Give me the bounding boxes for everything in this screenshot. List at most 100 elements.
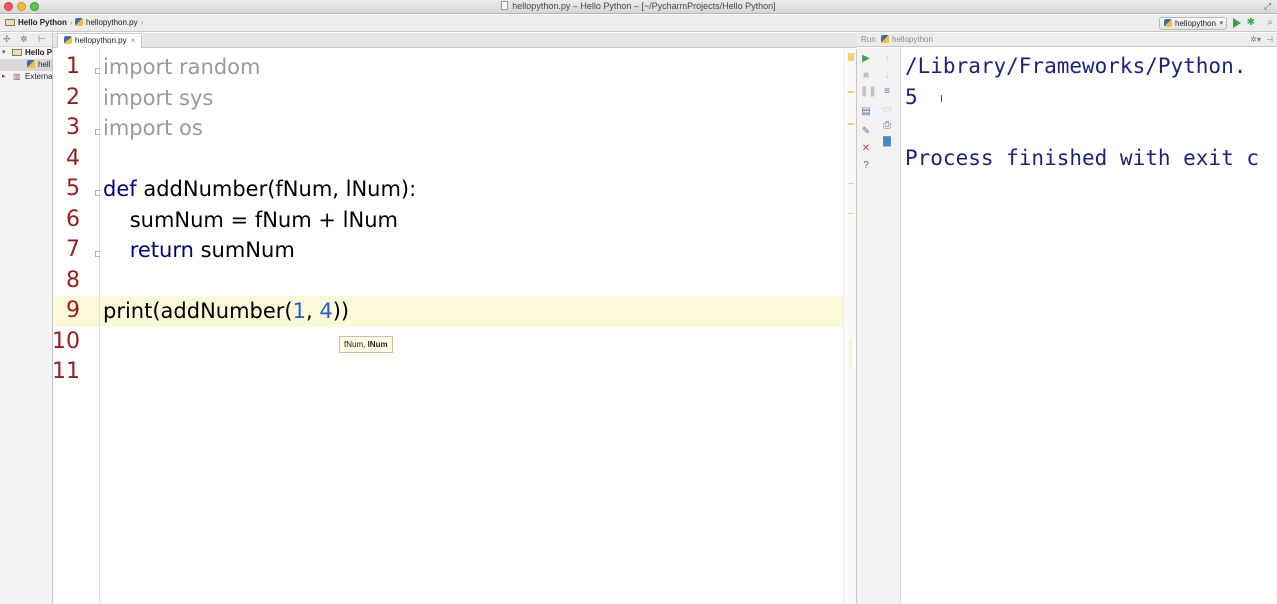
pin-icon[interactable]: ✎: [860, 126, 872, 138]
pause-icon[interactable]: ❚❚: [860, 86, 877, 98]
hide-panel-icon[interactable]: ⊣: [1266, 33, 1273, 46]
code-token: print(addNumber(: [103, 299, 293, 323]
python-file-icon: [881, 35, 889, 43]
console-line[interactable]: 5: [905, 82, 918, 113]
line-number[interactable]: 3: [66, 113, 80, 144]
library-icon: ▥: [13, 72, 21, 81]
document-icon: [501, 1, 509, 10]
line-number[interactable]: 11: [52, 357, 80, 388]
code-line[interactable]: return sumNum: [103, 235, 295, 266]
breadcrumb-file[interactable]: hellopython.py ›: [75, 17, 146, 29]
code-token: sumNum: [193, 238, 295, 262]
console-output[interactable]: I /Library/Frameworks/Python. 5 Process fi…: [902, 48, 1277, 604]
stop-icon[interactable]: ■: [860, 70, 872, 82]
code-line[interactable]: import sys: [103, 83, 213, 114]
line-number[interactable]: 10: [52, 327, 80, 358]
code-line[interactable]: sumNum = fNum + lNum: [103, 205, 398, 236]
line-number[interactable]: 2: [66, 83, 80, 114]
line-number[interactable]: 5: [66, 174, 80, 205]
layout-icon[interactable]: ▤: [860, 106, 872, 118]
chevron-down-icon: ▾: [2, 49, 6, 56]
navigation-bar: Hello Python › hellopython.py › hellopytho…: [0, 15, 1277, 32]
code-token: return: [129, 238, 194, 262]
close-icon[interactable]: ✕: [860, 143, 872, 155]
tree-item-label: Externa: [25, 72, 53, 81]
breadcrumb-project-label: Hello Python: [18, 18, 67, 27]
run-panel-config[interactable]: hellopython: [881, 33, 933, 46]
chevron-right-icon: ▸: [2, 73, 6, 80]
python-file-icon: [27, 59, 38, 71]
gear-icon[interactable]: ✲: [20, 34, 28, 45]
code-editor[interactable]: import random import sys import os def addN…: [100, 49, 843, 604]
line-number[interactable]: 9: [66, 296, 80, 327]
code-line[interactable]: import random: [103, 52, 260, 83]
tree-item-project-root[interactable]: ▾ Hello P: [0, 47, 52, 59]
tab-label: hellopython.py: [75, 36, 127, 45]
up-arrow-icon[interactable]: ↑: [881, 53, 893, 65]
console-line[interactable]: Process finished with exit c: [905, 143, 1259, 174]
search-icon[interactable]: ⌕: [1267, 17, 1273, 29]
line-number[interactable]: 7: [66, 235, 80, 266]
folder-icon: [12, 47, 25, 59]
run-config-dropdown[interactable]: hellopython ▾: [1159, 17, 1227, 30]
line-number[interactable]: 4: [66, 144, 80, 175]
line-number-gutter: 1 2 3 4 5 6 7 8 9 10 11: [52, 49, 101, 604]
parameter-info-tooltip: fNum, lNum: [339, 336, 393, 353]
caret-line-marker: [849, 339, 852, 369]
code-token: 1: [292, 299, 306, 323]
run-icon[interactable]: [1233, 18, 1241, 28]
code-line[interactable]: def addNumber(fNum, lNum):: [103, 174, 416, 205]
warning-marker[interactable]: [848, 53, 854, 61]
line-number[interactable]: 1: [66, 52, 80, 83]
run-config-label: hellopython: [1175, 19, 1216, 28]
debug-icon[interactable]: ✱: [1247, 17, 1255, 29]
warning-marker[interactable]: [848, 123, 854, 125]
warning-marker[interactable]: [848, 183, 854, 184]
scroll-to-end-icon[interactable]: ▭: [881, 104, 893, 116]
code-token: def: [103, 177, 144, 201]
window-title: hellopython.py – Hello Python – [~/Pycha…: [512, 1, 776, 11]
rerun-icon[interactable]: ▶: [860, 53, 872, 65]
collapse-icon[interactable]: ⊢: [38, 34, 46, 45]
folder-icon: [5, 19, 15, 26]
code-token: ,: [306, 299, 320, 323]
python-file-icon: [1164, 19, 1172, 27]
tree-item-label: Hello P: [25, 48, 53, 57]
line-number[interactable]: 8: [66, 266, 80, 297]
project-panel: ✢ ✲ ⊢ ▾ Hello P hell ▸ ▥ Externa: [0, 33, 53, 604]
console-line[interactable]: /Library/Frameworks/Python.: [905, 51, 1246, 82]
run-panel-header: Run hellopython ✲▾ ⊣: [857, 33, 1277, 47]
line-number[interactable]: 6: [66, 205, 80, 236]
project-toolbar: ✢ ✲ ⊢: [0, 33, 52, 47]
editor-tab-bar: hellopython.py ×: [53, 33, 857, 48]
tree-item-file[interactable]: hell: [0, 59, 52, 71]
code-line[interactable]: import os: [103, 113, 203, 144]
code-token: import sys: [103, 85, 214, 110]
help-icon[interactable]: ?: [860, 160, 872, 172]
code-line[interactable]: print(addNumber(1, 4)): [103, 296, 349, 327]
print-icon[interactable]: ⎙: [881, 120, 893, 132]
soft-wrap-icon[interactable]: ≡: [881, 86, 893, 98]
warning-marker[interactable]: [848, 213, 854, 214]
breadcrumb-separator-icon: ›: [69, 18, 73, 27]
breadcrumb-separator-icon: ›: [140, 18, 144, 27]
breadcrumb-project[interactable]: Hello Python ›: [5, 17, 76, 29]
fullscreen-icon[interactable]: ⤢: [1264, 2, 1273, 11]
trash-icon[interactable]: ▇: [881, 136, 893, 148]
tab-hellopython[interactable]: hellopython.py ×: [57, 33, 143, 48]
run-panel-config-label: hellopython: [892, 35, 933, 44]
gear-icon[interactable]: ✲▾: [1250, 33, 1261, 46]
tree-item-external-libraries[interactable]: ▸ ▥ Externa: [0, 71, 52, 83]
close-icon[interactable]: ×: [131, 36, 136, 45]
warning-marker[interactable]: [848, 91, 854, 93]
run-panel-label: Run: [861, 35, 876, 44]
tooltip-params: fNum,: [344, 340, 368, 349]
code-token: )): [332, 299, 350, 323]
code-token: import os: [103, 116, 203, 140]
python-file-icon: [75, 18, 83, 26]
python-file-icon: [64, 36, 72, 44]
down-arrow-icon[interactable]: ↓: [881, 70, 893, 82]
add-icon[interactable]: ✢: [3, 34, 11, 45]
tooltip-current-param: lNum: [367, 340, 388, 349]
error-stripe[interactable]: [843, 49, 857, 604]
